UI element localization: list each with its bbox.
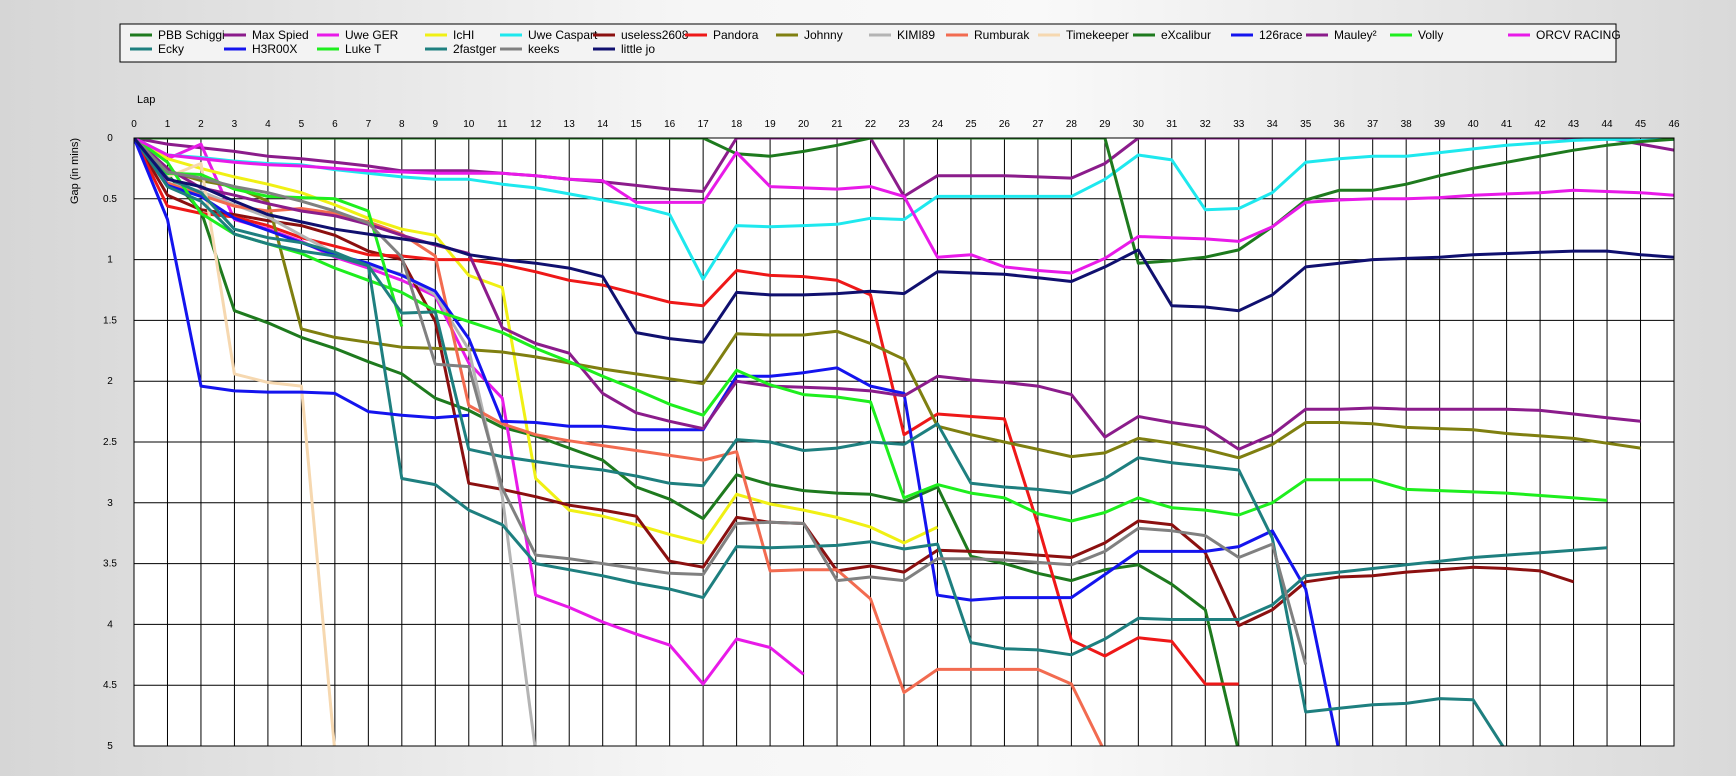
x-tick-label: 2 bbox=[198, 119, 204, 130]
x-tick-label: 8 bbox=[399, 119, 405, 130]
x-tick-label: 45 bbox=[1635, 119, 1647, 130]
legend-entry: Rumburak bbox=[974, 28, 1030, 42]
legend-entry: Uwe GER bbox=[345, 28, 399, 42]
y-tick-label: 0.5 bbox=[103, 194, 117, 205]
x-tick-label: 22 bbox=[865, 119, 877, 130]
y-tick-label: 2.5 bbox=[103, 437, 117, 448]
legend-entry: eXcalibur bbox=[1161, 28, 1211, 42]
x-tick-label: 23 bbox=[898, 119, 910, 130]
x-tick-label: 30 bbox=[1133, 119, 1145, 130]
x-tick-label: 11 bbox=[497, 119, 508, 130]
x-tick-label: 42 bbox=[1535, 119, 1547, 130]
y-tick-label: 2 bbox=[107, 376, 113, 387]
x-tick-label: 1 bbox=[165, 119, 171, 130]
x-tick-label: 20 bbox=[798, 119, 810, 130]
x-tick-label: 33 bbox=[1233, 119, 1245, 130]
legend-entry: Timekeeper bbox=[1066, 28, 1129, 42]
legend-entry: Pandora bbox=[713, 28, 759, 42]
x-tick-label: 25 bbox=[965, 119, 977, 130]
legend-entry: Uwe Caspart bbox=[528, 28, 598, 42]
y-tick-label: 0 bbox=[107, 133, 113, 144]
legend-entry: Johnny bbox=[804, 28, 843, 42]
legend-entry: Mauley² bbox=[1334, 28, 1377, 42]
y-tick-label: 3.5 bbox=[103, 559, 117, 570]
x-tick-label: 41 bbox=[1501, 119, 1513, 130]
x-tick-label: 26 bbox=[999, 119, 1011, 130]
x-tick-label: 16 bbox=[664, 119, 676, 130]
x-tick-label: 35 bbox=[1300, 119, 1312, 130]
x-tick-label: 32 bbox=[1200, 119, 1212, 130]
x-tick-label: 12 bbox=[530, 119, 542, 130]
x-tick-label: 27 bbox=[1032, 119, 1044, 130]
x-tick-label: 31 bbox=[1166, 119, 1178, 130]
legend-entry: H3R00X bbox=[252, 42, 297, 56]
x-tick-label: 4 bbox=[265, 119, 271, 130]
x-tick-label: 14 bbox=[597, 119, 609, 130]
x-tick-label: 40 bbox=[1468, 119, 1480, 130]
x-tick-label: 39 bbox=[1434, 119, 1446, 130]
x-tick-label: 29 bbox=[1099, 119, 1111, 130]
legend-entry: IcHI bbox=[453, 28, 474, 42]
x-tick-label: 24 bbox=[932, 119, 944, 130]
legend-entry: Luke T bbox=[345, 42, 382, 56]
legend-entry: little jo bbox=[621, 42, 655, 56]
x-tick-label: 15 bbox=[631, 119, 643, 130]
x-tick-label: 43 bbox=[1568, 119, 1580, 130]
y-tick-label: 5 bbox=[107, 741, 113, 752]
x-tick-label: 38 bbox=[1401, 119, 1413, 130]
x-tick-label: 36 bbox=[1334, 119, 1346, 130]
x-tick-label: 21 bbox=[831, 119, 843, 130]
y-tick-label: 1.5 bbox=[103, 315, 117, 326]
x-tick-label: 0 bbox=[131, 119, 137, 130]
x-tick-label: 44 bbox=[1601, 119, 1613, 130]
legend-entry: 2fastger bbox=[453, 42, 496, 56]
y-axis-label: Gap (in mins) bbox=[69, 138, 81, 204]
legend-entry: KIMI89 bbox=[897, 28, 935, 42]
x-tick-label: 17 bbox=[698, 119, 710, 130]
x-tick-label: 5 bbox=[299, 119, 305, 130]
legend-entry: ORCV RACING bbox=[1536, 28, 1621, 42]
x-tick-label: 6 bbox=[332, 119, 338, 130]
legend-entry: 126race bbox=[1259, 28, 1303, 42]
legend-entry: Ecky bbox=[158, 42, 184, 56]
y-tick-label: 3 bbox=[107, 498, 113, 509]
x-tick-label: 10 bbox=[463, 119, 475, 130]
x-tick-label: 37 bbox=[1367, 119, 1379, 130]
x-tick-label: 9 bbox=[433, 119, 439, 130]
y-tick-label: 1 bbox=[107, 255, 113, 266]
x-axis-label: Lap bbox=[137, 94, 155, 106]
x-tick-label: 46 bbox=[1668, 119, 1680, 130]
legend-entry: PBB Schiggi bbox=[158, 28, 225, 42]
y-tick-label: 4 bbox=[107, 619, 113, 630]
x-tick-label: 18 bbox=[731, 119, 743, 130]
y-tick-label: 4.5 bbox=[103, 680, 117, 691]
legend-entry: keeks bbox=[528, 42, 559, 56]
x-tick-label: 19 bbox=[765, 119, 777, 130]
x-tick-label: 34 bbox=[1267, 119, 1279, 130]
x-tick-label: 3 bbox=[232, 119, 238, 130]
x-tick-label: 7 bbox=[366, 119, 372, 130]
lap-gap-chart: PBB Schiggi Max Spied Uwe GER IcHI Uwe Caspa… bbox=[69, 23, 1680, 752]
x-tick-label: 28 bbox=[1066, 119, 1078, 130]
legend-entry: useless2608 bbox=[621, 28, 689, 42]
legend-entry: Max Spied bbox=[252, 28, 309, 42]
legend-entry: Volly bbox=[1418, 28, 1443, 42]
x-tick-label: 13 bbox=[564, 119, 576, 130]
